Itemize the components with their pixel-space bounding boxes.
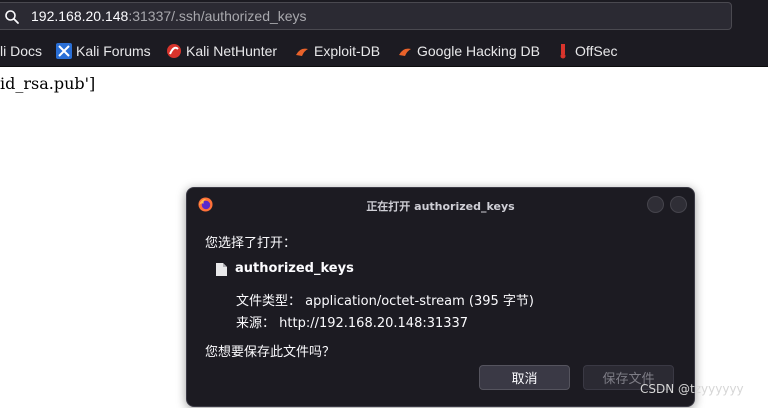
url-host: 192.168.20.148 <box>31 8 129 24</box>
offsec-icon <box>555 43 571 59</box>
bookmark-label: Google Hacking DB <box>417 43 540 59</box>
watermark: CSDN @tzyyyyyy <box>640 382 744 396</box>
google-hacking-db-icon <box>397 43 413 59</box>
url-path: :31337/.ssh/authorized_keys <box>128 8 307 24</box>
dialog-title: 正在打开 authorized_keys <box>366 200 515 213</box>
minimize-button[interactable] <box>647 196 664 213</box>
file-source-line: 来源： http://192.168.20.148:31337 <box>236 316 469 331</box>
address-url[interactable]: 192.168.20.148:31337/.ssh/authorized_key… <box>31 8 307 24</box>
bookmark-kali-nethunter[interactable]: Kali NetHunter <box>166 41 277 61</box>
exploit-db-icon <box>294 43 310 59</box>
bookmark-kali-docs[interactable]: li Docs <box>0 41 42 61</box>
close-button[interactable] <box>670 196 687 213</box>
dialog-titlebar[interactable]: 正在打开 authorized_keys <box>187 188 694 222</box>
file-type-line: 文件类型： application/octet-stream (395 字节) <box>236 294 534 309</box>
bookmark-kali-forums[interactable]: Kali Forums <box>56 41 151 61</box>
bookmark-offsec[interactable]: OffSec <box>555 41 618 61</box>
cancel-button[interactable]: 取消 <box>479 365 570 390</box>
save-question: 您想要保存此文件吗？ <box>205 345 336 360</box>
kali-forums-icon <box>56 43 72 59</box>
bookmark-label: Kali NetHunter <box>186 43 278 59</box>
search-icon <box>4 9 20 25</box>
browser-toolbar: 192.168.20.148:31337/.ssh/authorized_key… <box>0 0 768 36</box>
bookmark-label: Exploit-DB <box>314 43 381 59</box>
file-icon <box>216 261 227 276</box>
page-content-text: id_rsa.pub'] <box>0 74 96 93</box>
address-bar[interactable]: 192.168.20.148:31337/.ssh/authorized_key… <box>0 2 732 30</box>
bookmark-google-hacking-db[interactable]: Google Hacking DB <box>397 41 540 61</box>
bookmark-label: OffSec <box>575 43 618 59</box>
bookmark-label: Kali Forums <box>76 43 151 59</box>
dialog-intro: 您选择了打开： <box>205 236 297 251</box>
bookmarks-toolbar: li Docs Kali Forums Kali NetHunter Explo… <box>0 36 768 67</box>
open-file-dialog: 正在打开 authorized_keys 您选择了打开： authorized_… <box>186 187 695 407</box>
kali-nethunter-icon <box>166 43 182 59</box>
file-name: authorized_keys <box>235 261 354 276</box>
bookmark-exploit-db[interactable]: Exploit-DB <box>294 41 380 61</box>
bookmark-label: li Docs <box>0 43 43 59</box>
